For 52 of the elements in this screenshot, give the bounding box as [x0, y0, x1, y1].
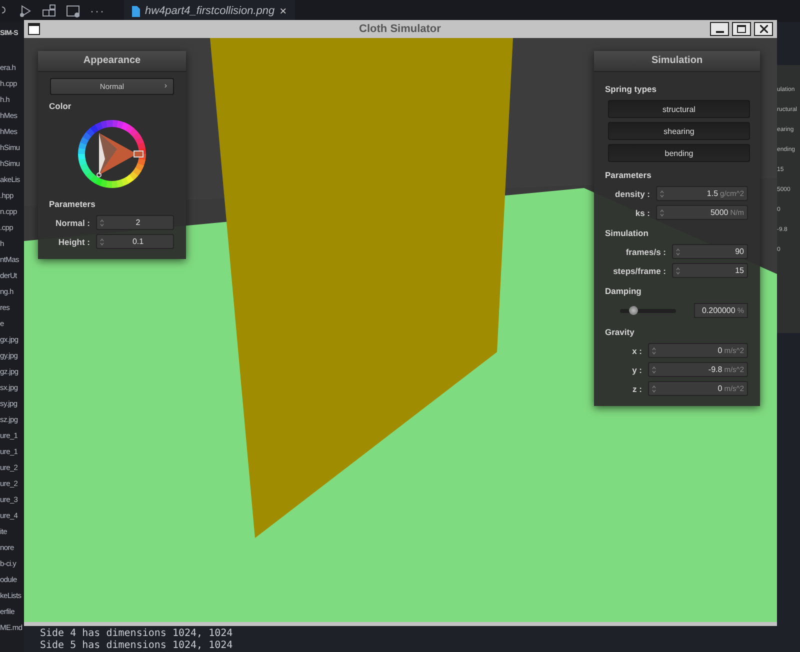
- field-label: x :: [631, 346, 642, 356]
- number-field[interactable]: 2: [96, 215, 174, 230]
- more-button[interactable]: ···: [90, 4, 105, 18]
- color-wheel[interactable]: [77, 119, 147, 189]
- image-file-icon: [132, 6, 140, 16]
- close-button[interactable]: [754, 22, 773, 36]
- spinner-icon[interactable]: [652, 384, 656, 392]
- spinner-icon[interactable]: [652, 366, 656, 374]
- field-label: steps/frame :: [612, 266, 666, 276]
- panel-title: Simulation: [594, 51, 760, 72]
- section-label: Damping: [604, 285, 642, 298]
- field-label: z :: [632, 384, 642, 394]
- field-label: density :: [614, 188, 650, 198]
- slider-thumb[interactable]: [629, 306, 638, 314]
- field-label: Height :: [57, 236, 90, 246]
- remote-icon[interactable]: [66, 4, 80, 18]
- minimize-button[interactable]: [710, 22, 729, 36]
- number-field[interactable]: 15: [672, 263, 748, 278]
- window-title: Cloth Simulator: [358, 23, 442, 35]
- spinner-icon[interactable]: [100, 238, 104, 246]
- number-field[interactable]: 0.1: [96, 234, 174, 249]
- spring-toggle-button[interactable]: bending: [608, 144, 750, 162]
- section-label: Gravity: [604, 326, 636, 339]
- terminal-line: Side 4 has dimensions 1024, 1024: [40, 628, 234, 640]
- spinner-icon[interactable]: [652, 346, 656, 354]
- spring-toggle-button[interactable]: shearing: [608, 122, 750, 140]
- spinner-icon[interactable]: [660, 190, 664, 198]
- spinner-icon[interactable]: [100, 218, 104, 226]
- extensions-icon[interactable]: [42, 4, 56, 18]
- number-field[interactable]: 90: [672, 244, 748, 259]
- editor-tab[interactable]: hw4part4_firstcollision.png ×: [124, 0, 295, 22]
- terminal-line: Side 5 has dimensions 1024, 1024: [40, 640, 234, 652]
- spinner-icon[interactable]: [676, 266, 680, 274]
- section-label: Parameters: [48, 198, 96, 211]
- field-label: Normal :: [54, 218, 90, 228]
- section-label: Color: [48, 100, 72, 113]
- spring-toggle-button[interactable]: structural: [608, 100, 750, 118]
- window-icon: [28, 23, 40, 35]
- section-label: Spring types: [604, 83, 658, 96]
- field-label: ks :: [634, 208, 650, 218]
- maximize-icon: [737, 25, 746, 33]
- section-label: Parameters: [604, 169, 652, 182]
- maximize-button[interactable]: [732, 22, 751, 36]
- field-label: frames/s :: [624, 246, 666, 256]
- spinner-icon[interactable]: [660, 208, 664, 216]
- close-icon[interactable]: ×: [280, 4, 287, 18]
- field-label: y :: [631, 364, 642, 374]
- section-label: Simulation: [604, 227, 650, 240]
- spinner-icon[interactable]: [676, 248, 680, 256]
- panel-title: Appearance: [38, 51, 186, 72]
- close-icon: [760, 25, 768, 33]
- run-debug-icon[interactable]: [18, 4, 32, 18]
